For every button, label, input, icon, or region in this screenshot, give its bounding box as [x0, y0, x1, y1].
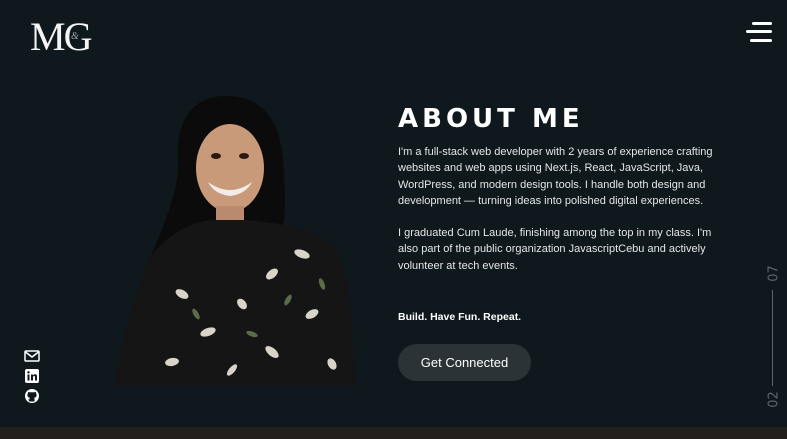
section-pager: 07 02 — [760, 262, 784, 412]
linkedin-icon[interactable] — [24, 368, 40, 384]
bottom-strip — [0, 427, 787, 439]
logo-text: MG — [30, 14, 92, 59]
menu-line — [746, 30, 772, 33]
logo-accent: & — [71, 31, 79, 42]
menu-line — [752, 22, 772, 25]
pager-current: 02 — [766, 391, 782, 408]
profile-portrait — [114, 95, 356, 386]
social-links — [24, 348, 40, 408]
about-paragraph: I graduated Cum Laude, finishing among t… — [398, 227, 712, 272]
menu-line — [750, 39, 772, 42]
pager-total: 07 — [766, 265, 782, 282]
pager-divider — [772, 290, 773, 386]
mail-icon[interactable] — [24, 348, 40, 364]
hamburger-menu-icon[interactable] — [746, 22, 772, 46]
about-paragraph: I'm a full-stack web developer with 2 ye… — [398, 146, 713, 207]
site-logo[interactable]: MG & — [30, 13, 92, 60]
get-connected-button[interactable]: Get Connected — [398, 344, 531, 381]
section-title: ABOUT ME — [398, 104, 584, 134]
tagline: Build. Have Fun. Repeat. — [398, 311, 522, 323]
github-icon[interactable] — [24, 388, 40, 404]
about-section: ABOUT ME I'm a full-stack web developer … — [398, 104, 718, 274]
